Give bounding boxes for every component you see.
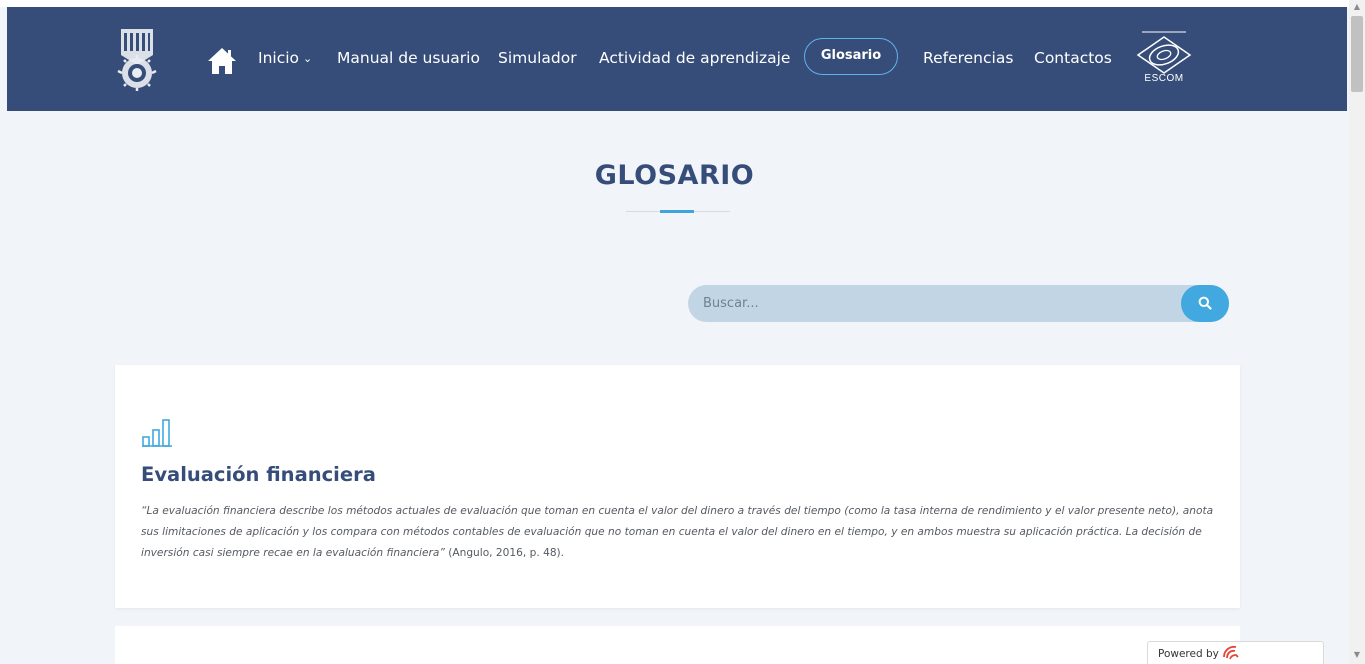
escom-label: ESCOM	[1144, 73, 1184, 84]
nav-referencias[interactable]: Referencias	[923, 45, 1013, 71]
page-title: GLOSARIO	[594, 160, 755, 191]
scroll-thumb[interactable]	[1351, 16, 1363, 92]
nav-actividad-de-aprendizaje[interactable]: Actividad de aprendizaje	[599, 45, 790, 71]
home-icon[interactable]	[207, 47, 237, 75]
webhost-logo-icon	[1222, 645, 1239, 660]
top-strip	[0, 0, 1349, 7]
powered-by-label: Powered by	[1158, 648, 1219, 660]
search-input[interactable]	[688, 285, 1178, 322]
scroll-up-arrow-icon[interactable]: ▲	[1349, 2, 1365, 14]
chevron-down-icon: ⌄	[303, 52, 313, 65]
nav-inicio[interactable]: Inicio ⌄	[258, 45, 312, 71]
navbar: Inicio ⌄ Manual de usuario Simulador Acti…	[7, 7, 1347, 111]
nav-contactos[interactable]: Contactos	[1034, 45, 1112, 71]
powered-by-badge[interactable]: Powered by 000webhost	[1147, 641, 1324, 664]
nav-manual-de-usuario[interactable]: Manual de usuario	[337, 45, 480, 71]
glossary-citation: (Angulo, 2016, p. 48).	[444, 547, 565, 559]
nav-glosario[interactable]: Glosario	[804, 38, 898, 75]
search-button[interactable]	[1181, 285, 1229, 322]
bar-chart-icon	[142, 419, 172, 447]
scroll-down-arrow-icon[interactable]: ▼	[1349, 650, 1365, 662]
glossary-definition: “La evaluación financiera describe los m…	[141, 501, 1216, 564]
ipn-logo[interactable]	[115, 25, 159, 91]
nav-inicio-label: Inicio	[258, 49, 300, 67]
glossary-card: Evaluación financiera “La evaluación fin…	[115, 365, 1240, 608]
glossary-card-next	[115, 626, 1240, 664]
nav-simulador[interactable]: Simulador	[498, 45, 577, 71]
glossary-term: Evaluación financiera	[141, 463, 376, 486]
glossary-quote: “La evaluación financiera describe los m…	[141, 505, 1214, 559]
search-icon	[1198, 296, 1212, 310]
search-bar	[688, 285, 1229, 322]
title-accent	[660, 210, 694, 213]
vertical-scrollbar[interactable]: ▲ ▼	[1349, 0, 1365, 664]
